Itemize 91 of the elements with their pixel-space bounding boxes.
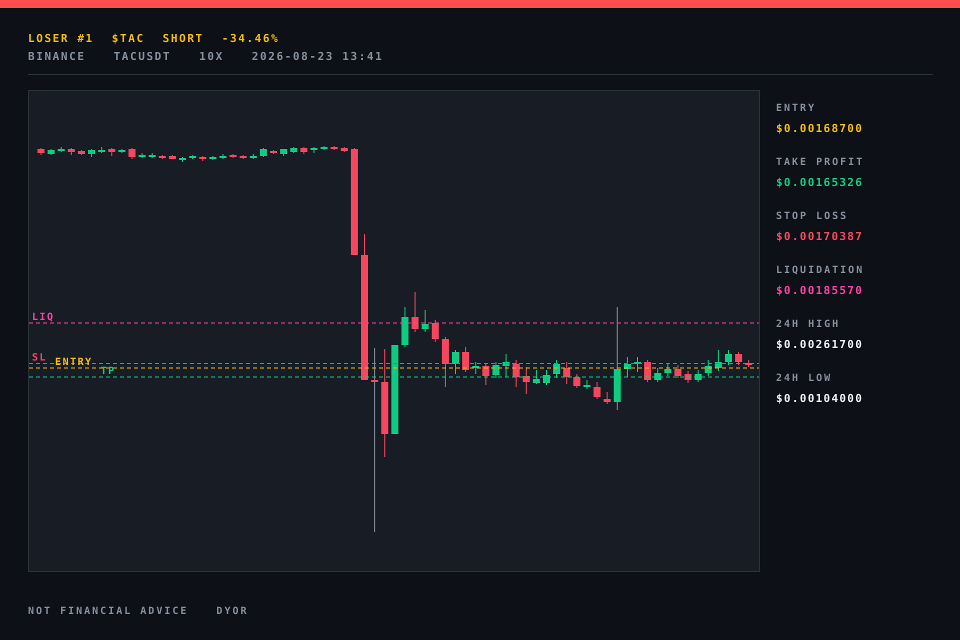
candle [684,370,692,384]
candle [594,382,601,400]
candle [735,352,742,366]
candle [199,156,206,162]
candle [472,362,480,374]
candle [340,146,348,152]
stat-value: $0.00165326 [776,176,864,190]
candle [209,156,216,160]
stat-value: $0.00170387 [776,230,864,244]
symbol-label: $TAC [112,31,145,47]
candle [38,148,44,156]
candle [98,146,106,154]
candle [270,150,278,154]
candle [522,366,530,394]
candle [88,148,96,158]
candle [422,310,429,332]
candle [168,154,176,160]
candle [48,148,55,156]
change-label: -34.46% [222,31,280,47]
candle [442,336,449,388]
candle [118,148,126,154]
candle [78,150,85,156]
candle [745,360,752,368]
stat-label: TAKE PROFIT [776,156,864,170]
candle [158,154,166,160]
level-label: LIQ [32,312,55,323]
level-label: ENTRY [55,357,93,368]
exchange-label: BINANCE [28,49,86,65]
candle [543,370,550,386]
candle [512,360,520,388]
candle [330,146,338,150]
candle [240,154,247,160]
candle [624,356,631,378]
stat-label: STOP LOSS [776,210,850,224]
stat-value: $0.00104000 [776,392,864,406]
candle [219,154,226,160]
candle [300,146,308,154]
candle [148,152,156,158]
candle [573,374,580,388]
candle [704,360,712,376]
candle [482,364,490,386]
stat-label: LIQUIDATION [776,264,864,278]
side-label: SHORT [162,31,204,47]
dyor-text: DYOR [216,606,249,617]
candle [290,146,298,154]
candle [583,380,590,390]
candle [674,364,682,378]
candle [502,354,510,378]
stat-value: $0.00168700 [776,122,864,136]
level-label: TP [100,366,116,377]
candle [492,362,500,378]
candle [412,292,419,332]
rank-label: LOSER #1 [28,31,94,47]
stat-label: 24H LOW [776,372,834,386]
level-label: SL [32,352,48,364]
candle [230,154,237,158]
stat-label: ENTRY [776,102,818,116]
candle [250,154,257,160]
candle [128,148,136,160]
candle [58,146,65,152]
candle [553,360,560,378]
candle [138,152,146,158]
candle [310,146,318,154]
stat-value: $0.00261700 [776,338,864,352]
candle [644,360,652,382]
leverage-label: 10X [199,49,224,65]
candle [604,392,611,404]
candle [68,148,75,156]
candle [634,356,641,372]
candle [724,350,732,366]
candle [280,148,288,156]
candle [664,364,672,376]
stat-label: 24H HIGH [776,318,842,332]
disclaimer-text: NOT FINANCIAL ADVICE [28,606,188,617]
candle [260,148,267,158]
candle [532,370,540,384]
candle [108,148,116,156]
candle [401,306,408,348]
stat-value: $0.00185570 [776,284,864,298]
candle [654,368,662,382]
candle [694,370,702,382]
candle [563,362,570,384]
candle [179,156,186,162]
candle [462,346,470,372]
candle [452,350,459,374]
candle [320,146,328,150]
candle [714,350,722,372]
candle [189,154,196,160]
pair-label: TACUSDT [114,49,172,65]
candle [432,320,439,342]
timestamp-label: 2026-08-23 13:41 [252,49,384,65]
